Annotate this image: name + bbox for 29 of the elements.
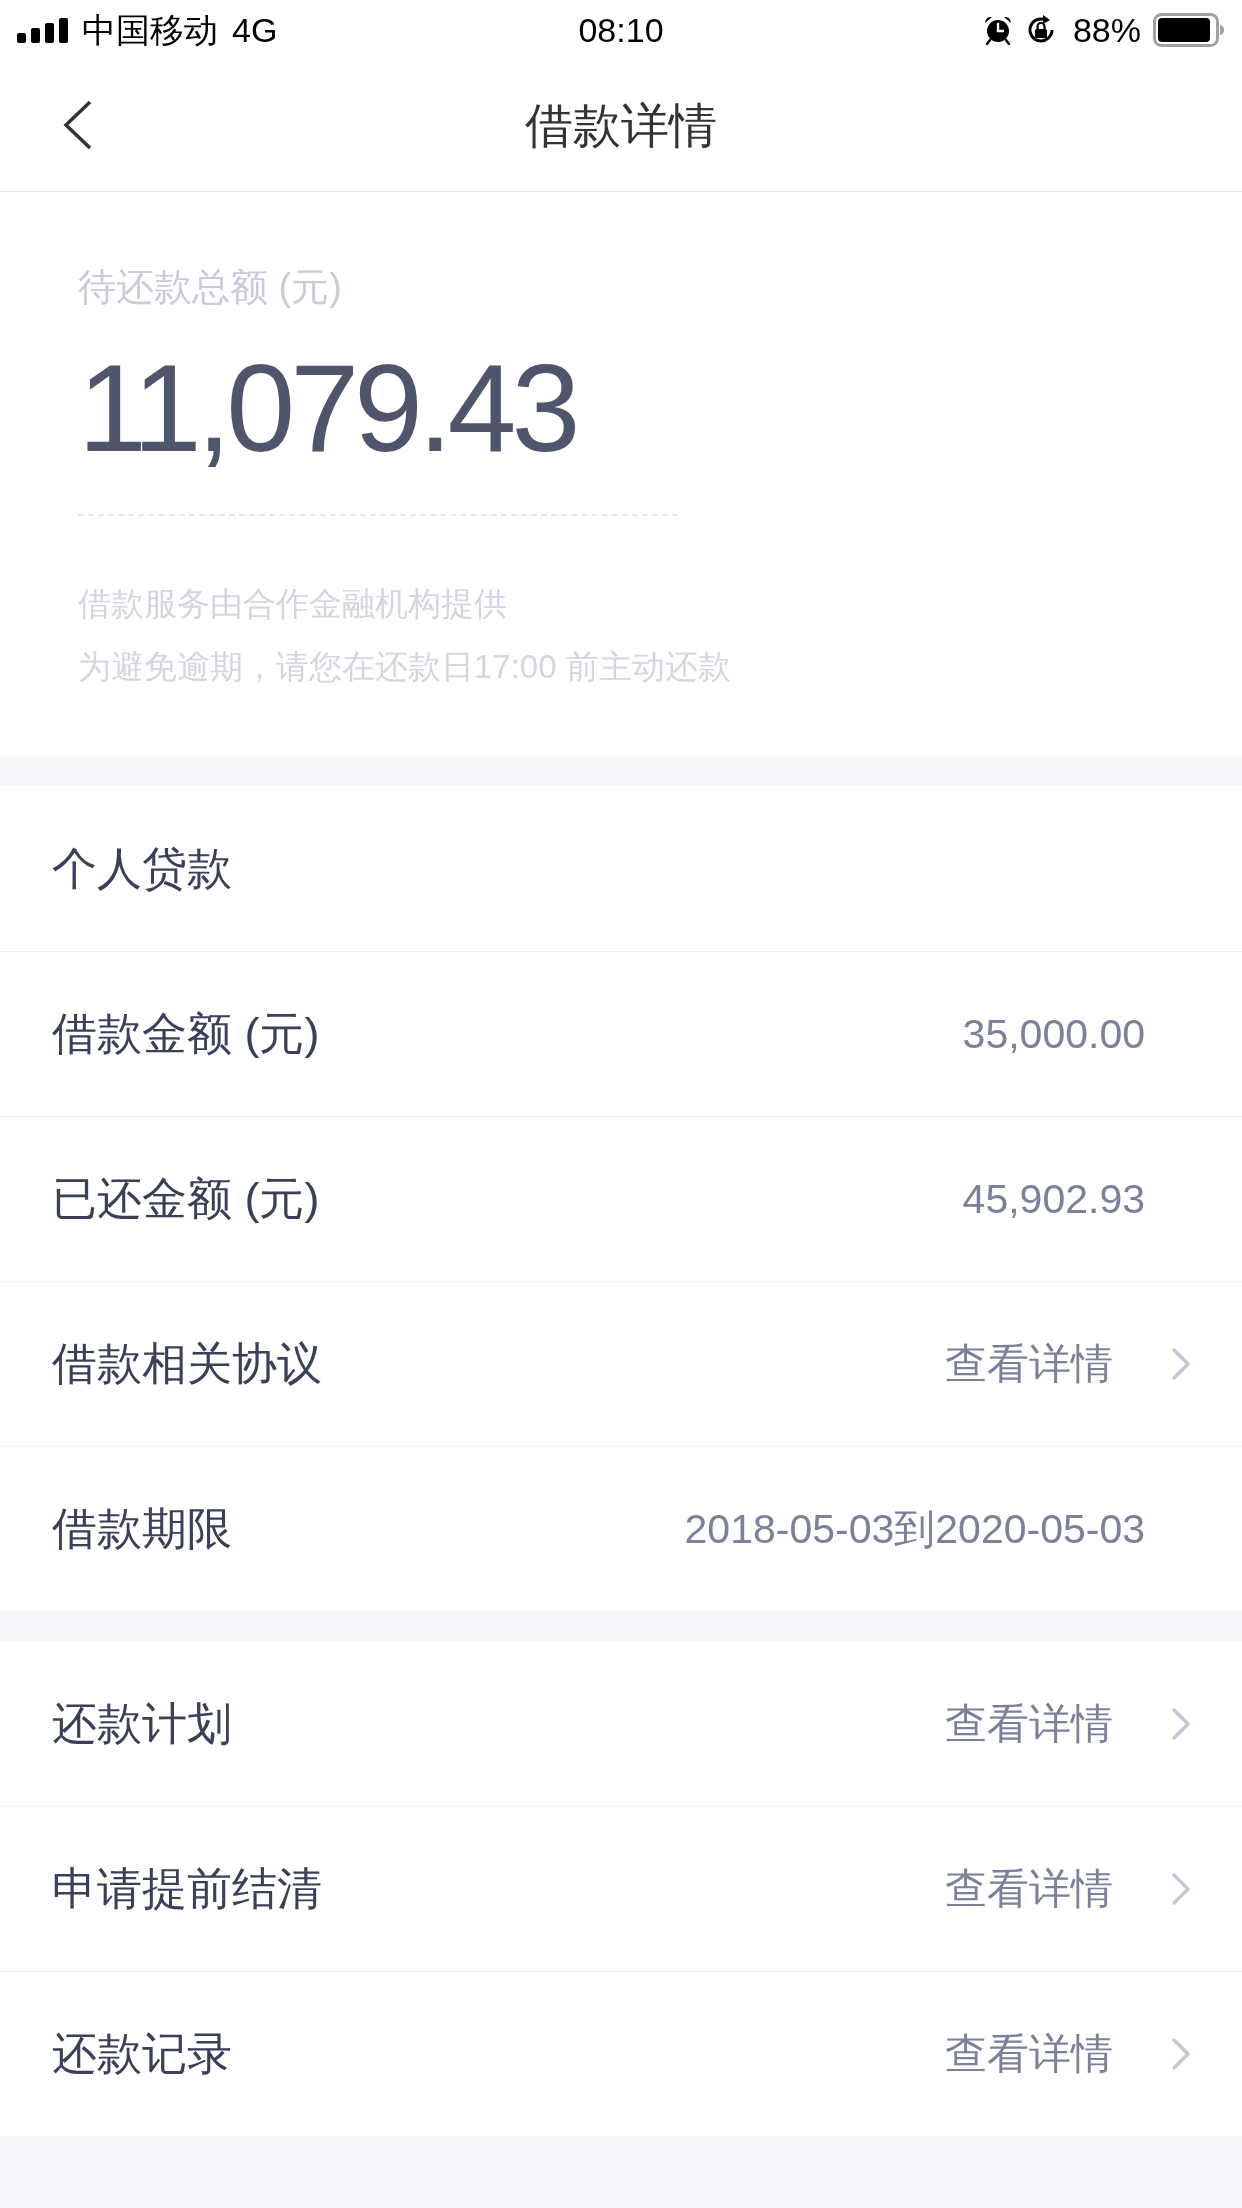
row-value: 35,000.00 [962, 1010, 1145, 1058]
row-value: 2018-05-03到2020-05-03 [684, 1504, 1145, 1554]
row-label: 还款计划 [52, 1696, 232, 1751]
row-label: 借款期限 [52, 1502, 232, 1556]
alarm-clock-icon [982, 15, 1013, 45]
clock-time: 08:10 [578, 10, 664, 50]
carrier-name: 中国移动 [82, 10, 218, 50]
battery-percent: 88% [1072, 10, 1141, 50]
row-label: 已还金额 (元) [52, 1172, 320, 1226]
row-label: 借款金额 (元) [52, 1007, 320, 1061]
outstanding-amount: 11,079.43 [78, 338, 576, 478]
row-value: 45,902.93 [962, 1175, 1145, 1223]
view-details-link[interactable]: 查看详情 [945, 1336, 1113, 1392]
chevron-icon[interactable] [1171, 1706, 1191, 1741]
row-label: 申请提前结清 [52, 1862, 322, 1916]
signal-icon [17, 17, 68, 43]
view-details-link[interactable]: 查看详情 [945, 1861, 1113, 1917]
network-type: 4G [232, 10, 278, 50]
view-details-link[interactable]: 查看详情 [945, 1695, 1113, 1752]
chevron-icon[interactable] [1171, 2037, 1191, 2071]
section-title: 个人贷款 [52, 841, 232, 896]
back-icon[interactable] [62, 100, 92, 150]
chevron-icon[interactable] [1171, 1872, 1191, 1906]
page-title: 借款详情 [525, 97, 717, 154]
view-details-link[interactable]: 查看详情 [945, 2026, 1113, 2082]
chevron-icon[interactable] [1171, 1347, 1191, 1381]
row-label: 还款记录 [52, 2027, 232, 2081]
row-label: 借款相关协议 [52, 1337, 322, 1391]
battery-icon [1153, 13, 1225, 47]
